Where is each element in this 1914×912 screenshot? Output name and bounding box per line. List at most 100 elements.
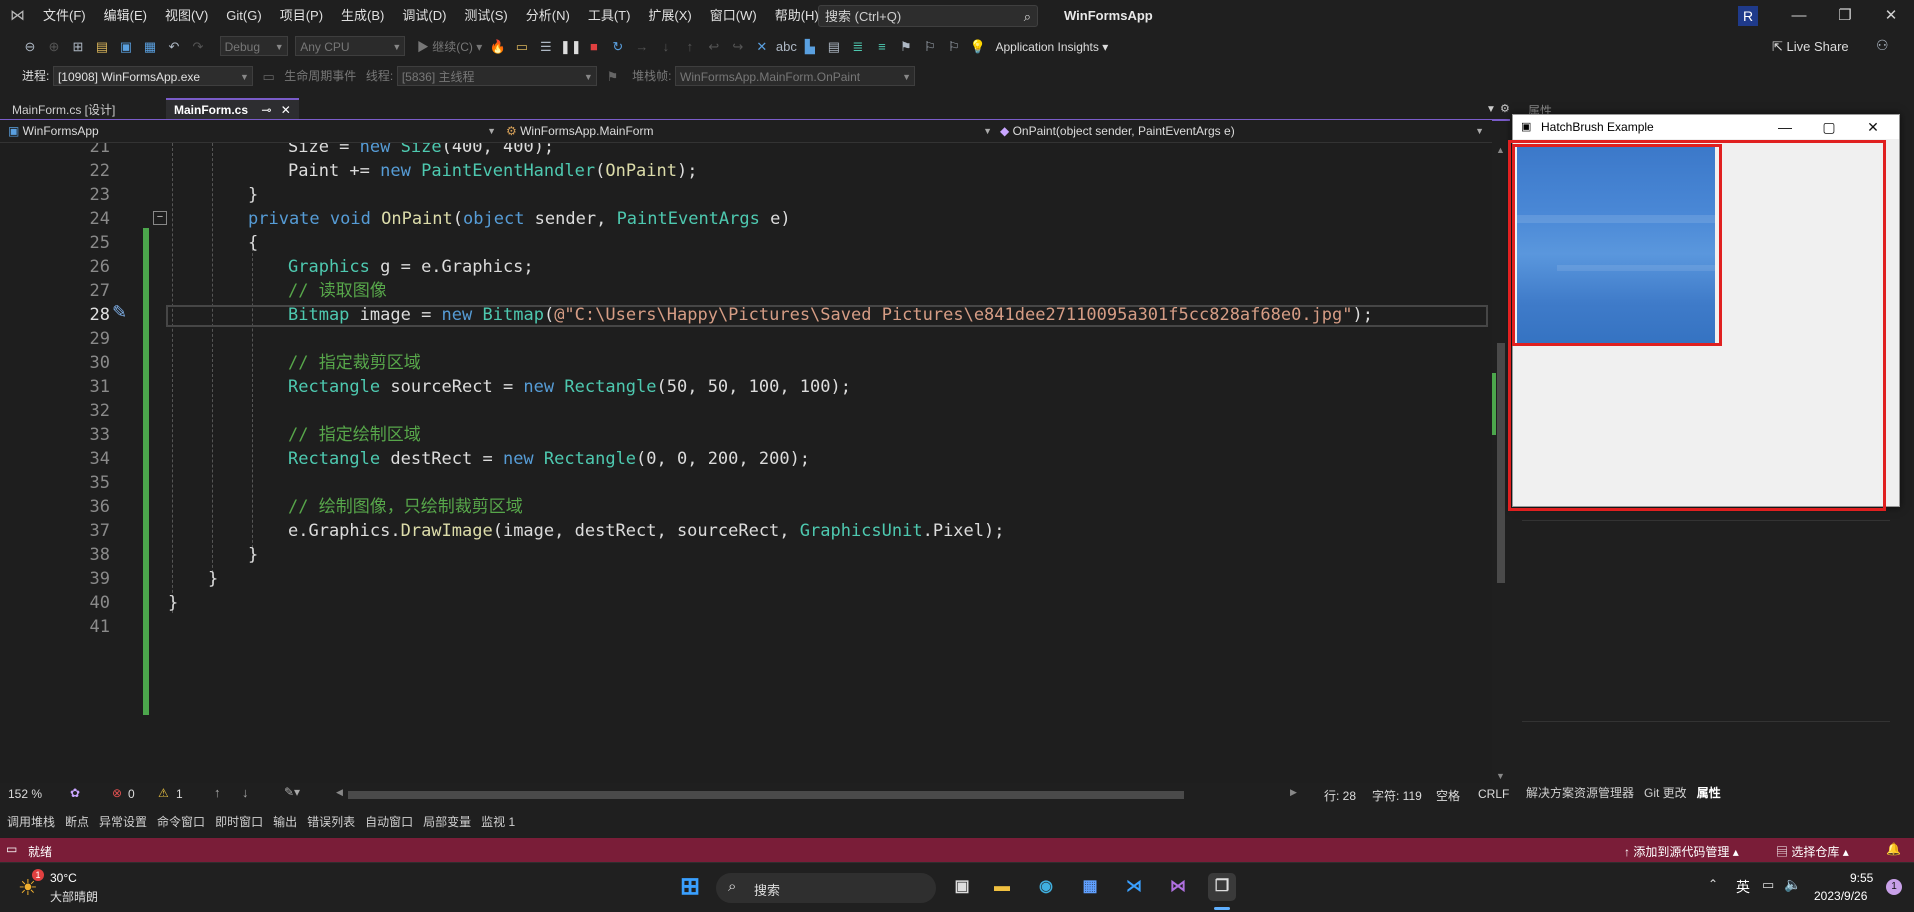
layout-icon[interactable]: ☰ — [536, 37, 556, 57]
select-repo-button[interactable]: ▤ 选择仓库 ▴ — [1776, 843, 1849, 860]
code-editor[interactable]: − ✎ 21 Size = new Size(400, 400); 22 Paint… — [0, 143, 1492, 783]
tab-call-stack[interactable]: 调用堆栈 — [2, 810, 60, 834]
vscode-icon[interactable]: ⋊ — [1120, 873, 1148, 901]
platform-dropdown[interactable]: Any CPU ▼ — [295, 36, 406, 56]
notification-count-badge[interactable]: 1 — [1886, 879, 1902, 895]
tab-watch-1[interactable]: 监视 1 — [476, 810, 520, 834]
cleanup-icon[interactable]: ✎▾ — [284, 785, 300, 799]
member-dropdown[interactable]: ◆ OnPaint(object sender, PaintEventArgs … — [1000, 122, 1488, 140]
folder-icon[interactable]: ▭ — [512, 37, 532, 57]
forward-icon[interactable]: ⊕ — [44, 37, 64, 57]
config-dropdown[interactable]: Debug ▼ — [219, 36, 288, 56]
tab-command-window[interactable]: 命令窗口 — [152, 810, 210, 834]
menu-extensions[interactable]: 扩展(X) — [639, 0, 700, 32]
clock-date[interactable]: 2023/9/26 — [1814, 889, 1867, 903]
eol-indicator[interactable]: CRLF — [1478, 787, 1509, 801]
stack-frame-dropdown[interactable]: WinFormsApp.MainForm.OnPaint ▼ — [675, 66, 916, 86]
diagnostics-icon[interactable]: ✕ — [752, 37, 772, 57]
tab-close-icon[interactable]: ✕ — [281, 103, 291, 117]
lightbulb-icon[interactable]: 💡 — [968, 37, 988, 57]
scroll-thumb[interactable] — [1497, 343, 1505, 583]
save-icon[interactable]: ▣ — [116, 37, 136, 57]
menu-view[interactable]: 视图(V) — [156, 0, 217, 32]
menu-build[interactable]: 生成(B) — [332, 0, 393, 32]
redo-icon[interactable]: ↷ — [188, 37, 208, 57]
form-close-icon[interactable]: ✕ — [1851, 115, 1895, 139]
continue-button[interactable]: ▶ 继续(C) ▾ — [417, 32, 482, 62]
open-icon[interactable]: ▤ — [92, 37, 112, 57]
tray-overflow-icon[interactable]: ⌃ — [1708, 877, 1718, 891]
zoom-level[interactable]: 152 % — [8, 787, 42, 801]
account-avatar[interactable]: R — [1738, 6, 1758, 26]
menu-test[interactable]: 测试(S) — [455, 0, 516, 32]
tab-overflow-icon[interactable]: ▼ — [1486, 104, 1496, 115]
menu-file[interactable]: 文件(F) — [34, 0, 95, 32]
edge-icon[interactable]: ◉ — [1032, 873, 1060, 901]
spaces-indicator[interactable]: 空格 — [1436, 787, 1460, 804]
taskbar-search[interactable]: ⌕ 搜索 — [716, 873, 936, 903]
horizontal-scroll-thumb[interactable] — [348, 791, 1184, 799]
save-all-icon[interactable]: ▦ — [140, 37, 160, 57]
tab-exception-settings[interactable]: 异常设置 — [94, 810, 152, 834]
form-title-bar[interactable]: ▣ HatchBrush Example — ▢ ✕ — [1513, 115, 1899, 139]
tab-output[interactable]: 输出 — [268, 810, 302, 834]
stop-icon[interactable]: ■ — [584, 37, 604, 57]
pin-icon[interactable]: ⊸ — [261, 103, 271, 117]
comment-icon[interactable]: ▙ — [800, 37, 820, 57]
hot-reload-icon[interactable]: 🔥 — [488, 37, 508, 57]
app-insights-button[interactable]: Application Insights ▾ — [996, 32, 1109, 62]
hotpath-icon[interactable]: ↩ — [704, 37, 724, 57]
new-item-icon[interactable]: ⊞ — [68, 37, 88, 57]
process-dropdown[interactable]: [10908] WinFormsApp.exe ▼ — [52, 66, 253, 86]
add-source-control-button[interactable]: ↑ 添加到源代码管理 ▴ — [1624, 843, 1739, 860]
scroll-up-icon[interactable]: ▲ — [1496, 145, 1505, 155]
line-indicator[interactable]: 行: 28 — [1324, 787, 1356, 804]
tab-autos[interactable]: 自动窗口 — [360, 810, 418, 834]
char-indicator[interactable]: 字符: 119 — [1372, 787, 1422, 804]
tab-error-list[interactable]: 错误列表 — [302, 810, 360, 834]
ime-indicator[interactable]: 英 — [1736, 877, 1750, 897]
maximize-icon[interactable]: ❐ — [1822, 0, 1868, 32]
minimize-icon[interactable]: — — [1776, 0, 1822, 32]
menu-git[interactable]: Git(G) — [217, 0, 270, 32]
hscroll-left-icon[interactable]: ◀ — [336, 787, 343, 798]
warning-icon[interactable]: ⚠ — [158, 786, 169, 800]
network-icon[interactable]: ▭ — [1762, 877, 1774, 893]
menu-edit[interactable]: 编辑(E) — [95, 0, 156, 32]
tab-immediate-window[interactable]: 即时窗口 — [210, 810, 268, 834]
bookmark-prev-icon[interactable]: ⚐ — [920, 37, 940, 57]
tab-locals[interactable]: 局部变量 — [418, 810, 476, 834]
store-icon[interactable]: ▦ — [1076, 873, 1104, 901]
notification-bell-icon[interactable]: 🔔 — [1886, 842, 1901, 856]
copilot-icon[interactable]: ✿ — [70, 786, 80, 800]
settings-icon[interactable]: ⚙ — [1500, 102, 1510, 115]
break-all-icon[interactable]: ❚❚ — [560, 37, 582, 57]
lifecycle-events-button[interactable]: 生命周期事件 — [284, 62, 356, 90]
tab-git-changes[interactable]: Git 更改 — [1644, 786, 1687, 800]
bookmark-icon[interactable]: ↪ — [728, 37, 748, 57]
project-dropdown[interactable]: ▣ WinFormsApp ▼ — [8, 122, 500, 140]
weather-widget[interactable]: ☀ 1 30°C 大部晴朗 — [18, 869, 118, 905]
file-explorer-icon[interactable]: ▬ — [988, 873, 1016, 901]
step-into-icon[interactable]: ↓ — [656, 37, 676, 57]
undo-icon[interactable]: ↶ — [164, 37, 184, 57]
tab-mainform-designer[interactable]: MainForm.cs [设计] — [4, 100, 123, 120]
scroll-down-icon[interactable]: ▼ — [1496, 771, 1505, 781]
flag-thread-icon[interactable]: ⚑ — [602, 67, 622, 87]
nav-up-icon[interactable]: ↑ — [214, 785, 221, 800]
menu-project[interactable]: 项目(P) — [271, 0, 332, 32]
close-icon[interactable]: ✕ — [1868, 0, 1914, 32]
tab-mainform-code[interactable]: MainForm.cs ⊸ ✕ — [166, 98, 299, 120]
uncomment-icon[interactable]: ▤ — [824, 37, 844, 57]
form-minimize-icon[interactable]: — — [1763, 115, 1807, 139]
bookmark-set-icon[interactable]: ⚑ — [896, 37, 916, 57]
winforms-app-icon[interactable]: ❐ — [1208, 873, 1236, 901]
step-out-icon[interactable]: ↑ — [680, 37, 700, 57]
lifecycle-icon[interactable]: ▭ — [259, 67, 279, 87]
menu-analyze[interactable]: 分析(N) — [517, 0, 579, 32]
search-input[interactable]: 搜索 (Ctrl+Q) ⌕ — [818, 5, 1038, 27]
hscroll-right-icon[interactable]: ▶ — [1290, 787, 1297, 798]
spell-check-icon[interactable]: abc — [776, 37, 797, 57]
step-over-icon[interactable]: → — [632, 37, 652, 57]
restart-icon[interactable]: ↻ — [608, 37, 628, 57]
